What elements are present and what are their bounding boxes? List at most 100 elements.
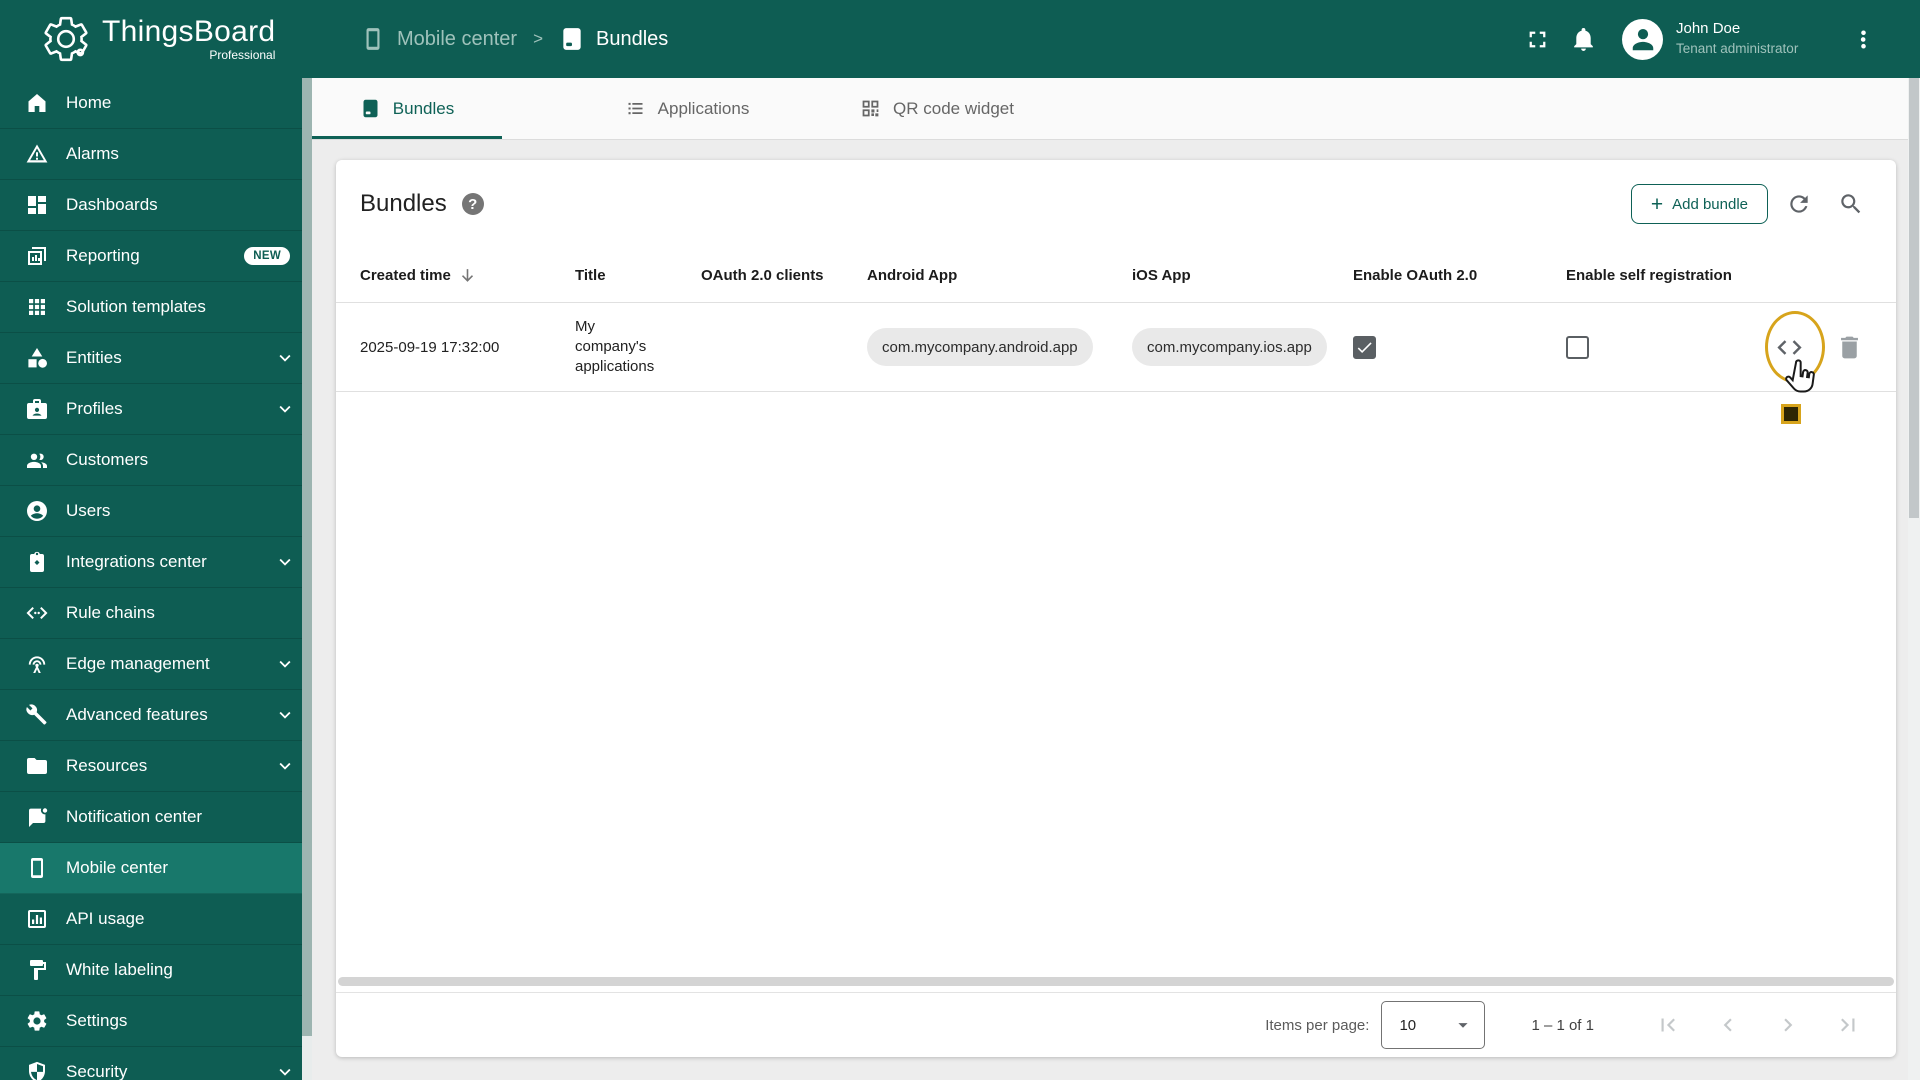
bundle-icon: [360, 98, 381, 119]
column-header-ios-app[interactable]: iOS App: [1132, 267, 1353, 284]
sidebar-item-advanced-features[interactable]: Advanced features: [0, 690, 312, 741]
sidebar-item-notification-center[interactable]: Notification center: [0, 792, 312, 843]
notifications-button[interactable]: [1560, 16, 1606, 62]
sidebar-item-label: Profiles: [66, 399, 123, 418]
column-header-enable-self-registration[interactable]: Enable self registration: [1566, 267, 1766, 284]
new-badge: NEW: [244, 247, 290, 265]
ios-app-chip[interactable]: com.mycompany.ios.app: [1132, 328, 1327, 366]
bundles-card: Bundles ? + Add bundle Created time Titl…: [336, 160, 1896, 1057]
sidebar-scrollbar-thumb[interactable]: [302, 78, 312, 1036]
page-scrollbar-thumb[interactable]: [1909, 78, 1919, 518]
add-bundle-button[interactable]: + Add bundle: [1630, 184, 1768, 224]
sidebar-item-alarms[interactable]: Alarms: [0, 129, 312, 180]
sidebar-item-users[interactable]: Users: [0, 486, 312, 537]
page-size-select[interactable]: 10: [1381, 1001, 1486, 1049]
sidebar-item-security[interactable]: Security: [0, 1047, 312, 1080]
sidebar-item-label: Advanced features: [66, 705, 208, 724]
sidebar-item-resources[interactable]: Resources: [0, 741, 312, 792]
cell-ios-app: com.mycompany.ios.app: [1132, 328, 1353, 366]
alarms-icon: [25, 142, 49, 166]
cell-enable-self-registration: [1566, 335, 1766, 359]
sidebar-nav: Home Alarms Dashboards Reporting NEW Solution…: [0, 78, 312, 1080]
sidebar-item-customers[interactable]: Customers: [0, 435, 312, 486]
breadcrumb-page-label: Bundles: [596, 27, 669, 50]
thingsboard-logo[interactable]: ThingsBoard Professional: [0, 13, 312, 65]
sidebar-item-profiles[interactable]: Profiles: [0, 384, 312, 435]
sidebar-item-dashboards[interactable]: Dashboards: [0, 180, 312, 231]
android-app-chip[interactable]: com.mycompany.android.app: [867, 328, 1093, 366]
solution-templates-icon: [25, 295, 49, 319]
enable-oauth-checkbox[interactable]: [1353, 335, 1376, 359]
user-info[interactable]: John Doe Tenant administrator: [1676, 19, 1826, 59]
delete-bundle-button[interactable]: [1829, 327, 1869, 367]
sidebar-item-integrations-center[interactable]: Integrations center: [0, 537, 312, 588]
rule-chains-icon: [25, 601, 49, 625]
sidebar-item-home[interactable]: Home: [0, 78, 312, 129]
tab-qr-code-widget[interactable]: QR code widget: [812, 78, 1062, 139]
mobile-center-icon: [25, 856, 49, 880]
breadcrumb-mobile-center[interactable]: Mobile center: [360, 26, 517, 52]
dashboards-icon: [25, 193, 49, 217]
next-page-button[interactable]: [1764, 1001, 1812, 1049]
sidebar-item-rule-chains[interactable]: Rule chains: [0, 588, 312, 639]
refresh-button[interactable]: [1778, 183, 1820, 225]
first-page-icon: [1655, 1012, 1681, 1038]
search-button[interactable]: [1830, 183, 1872, 225]
tab-label: Applications: [657, 98, 750, 118]
sidebar-item-label: Rule chains: [66, 603, 155, 622]
sidebar-item-mobile-center[interactable]: Mobile center: [0, 843, 312, 894]
column-header-oauth-clients[interactable]: OAuth 2.0 clients: [701, 267, 867, 284]
sidebar-item-entities[interactable]: Entities: [0, 333, 312, 384]
column-header-enable-oauth[interactable]: Enable OAuth 2.0: [1353, 267, 1566, 284]
column-label: Created time: [360, 266, 451, 284]
chevron-right-icon: [1775, 1012, 1801, 1038]
search-icon: [1838, 191, 1864, 217]
notification-center-icon: [25, 805, 49, 829]
fullscreen-button[interactable]: [1514, 16, 1560, 62]
more-menu-button[interactable]: [1840, 16, 1886, 62]
first-page-button[interactable]: [1644, 1001, 1692, 1049]
sidebar-item-solution-templates[interactable]: Solution templates: [0, 282, 312, 333]
table-header-row: Created time Title OAuth 2.0 clients And…: [336, 248, 1896, 302]
sidebar-item-api-usage[interactable]: API usage: [0, 894, 312, 945]
page-size-value: 10: [1399, 1016, 1417, 1034]
main-area: Bundles Applications QR code widget Bundle…: [312, 78, 1920, 1080]
sidebar-item-label: Settings: [66, 1011, 128, 1030]
column-header-created-time[interactable]: Created time: [360, 266, 575, 285]
tab-bar: Bundles Applications QR code widget: [312, 78, 1920, 140]
smartphone-icon: [360, 26, 386, 52]
tab-bundles[interactable]: Bundles: [312, 78, 502, 139]
page-scrollbar[interactable]: [1908, 78, 1920, 1080]
avatar[interactable]: [1622, 18, 1663, 60]
tab-label: QR code widget: [893, 98, 1014, 118]
column-header-title[interactable]: Title: [575, 267, 701, 284]
last-page-button[interactable]: [1824, 1001, 1872, 1049]
horizontal-scrollbar-thumb[interactable]: [338, 977, 1894, 986]
help-icon[interactable]: ?: [461, 193, 484, 215]
sidebar-item-white-labeling[interactable]: White labeling: [0, 945, 312, 996]
thingsboard-logo-icon: [40, 13, 92, 65]
previous-page-button[interactable]: [1704, 1001, 1752, 1049]
app-header: ThingsBoard Professional Mobile center >…: [0, 0, 1920, 78]
trash-icon: [1835, 333, 1864, 362]
column-header-android-app[interactable]: Android App: [867, 267, 1132, 284]
bundle-icon: [559, 26, 585, 52]
table-row[interactable]: 2025-09-19 17:32:00 My company's applica…: [336, 302, 1896, 392]
enable-self-registration-checkbox[interactable]: [1566, 335, 1589, 359]
last-page-icon: [1835, 1012, 1861, 1038]
settings-icon: [25, 1009, 49, 1033]
sidebar-item-edge-management[interactable]: Edge management: [0, 639, 312, 690]
sidebar-item-label: Entities: [66, 348, 122, 367]
embed-code-button[interactable]: [1769, 327, 1809, 367]
bell-icon: [1570, 26, 1597, 53]
sidebar-item-label: Integrations center: [66, 552, 207, 571]
sidebar-item-reporting[interactable]: Reporting NEW: [0, 231, 312, 282]
plus-icon: +: [1650, 192, 1664, 216]
tab-applications[interactable]: Applications: [562, 78, 812, 139]
breadcrumb-bundles[interactable]: Bundles: [559, 26, 668, 52]
customers-icon: [25, 448, 49, 472]
sidebar-item-settings[interactable]: Settings: [0, 996, 312, 1047]
sidebar-scrollbar[interactable]: [302, 78, 312, 1080]
sidebar-item-label: Resources: [66, 756, 148, 775]
chevron-down-icon: [274, 347, 296, 369]
